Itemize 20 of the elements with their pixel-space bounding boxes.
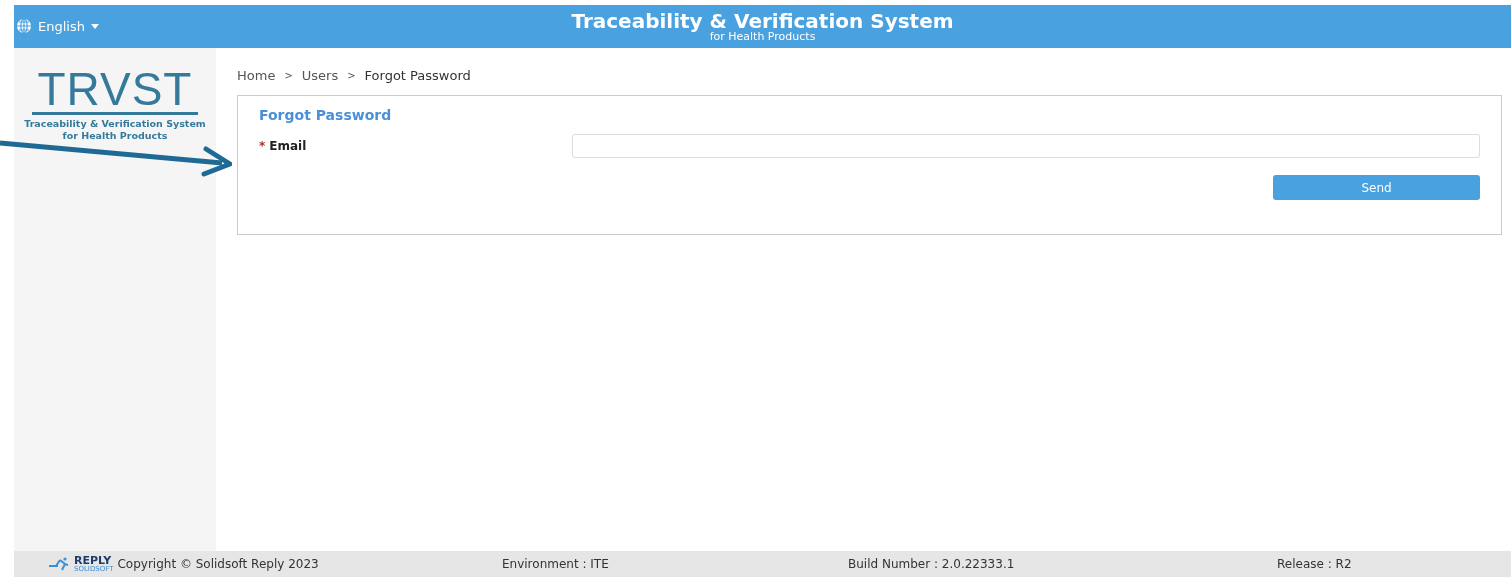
release-text: Release : R2: [1277, 557, 1353, 571]
breadcrumb-link[interactable]: Home: [237, 68, 276, 83]
build-number-text: Build Number : 2.0.22333.1: [848, 557, 1016, 571]
runner-icon: [48, 557, 70, 571]
breadcrumb-separator: >: [284, 70, 293, 81]
brand-name: REPLY: [74, 555, 112, 566]
caret-icon: [90, 23, 99, 29]
app-subtitle: for Health Products: [709, 31, 816, 42]
breadcrumb-link[interactable]: Users: [301, 68, 339, 83]
logo-mark: TRVST: [31, 66, 199, 115]
environment-text: Environment : ITE: [502, 557, 610, 571]
email-field[interactable]: [572, 134, 1480, 158]
breadcrumb-separator: >: [347, 70, 356, 81]
current-page-label: Forgot Password: [364, 68, 471, 83]
logo-tagline: for Health Products: [62, 130, 168, 141]
panel-title: Forgot Password: [259, 107, 393, 123]
logo-tagline: Traceability & Verification System: [24, 118, 206, 129]
field-label: * Email: [259, 139, 308, 153]
copyright-text: Copyright © Solidsoft Reply 2023: [117, 557, 319, 571]
app-title: Traceability & Verification System: [571, 11, 954, 31]
